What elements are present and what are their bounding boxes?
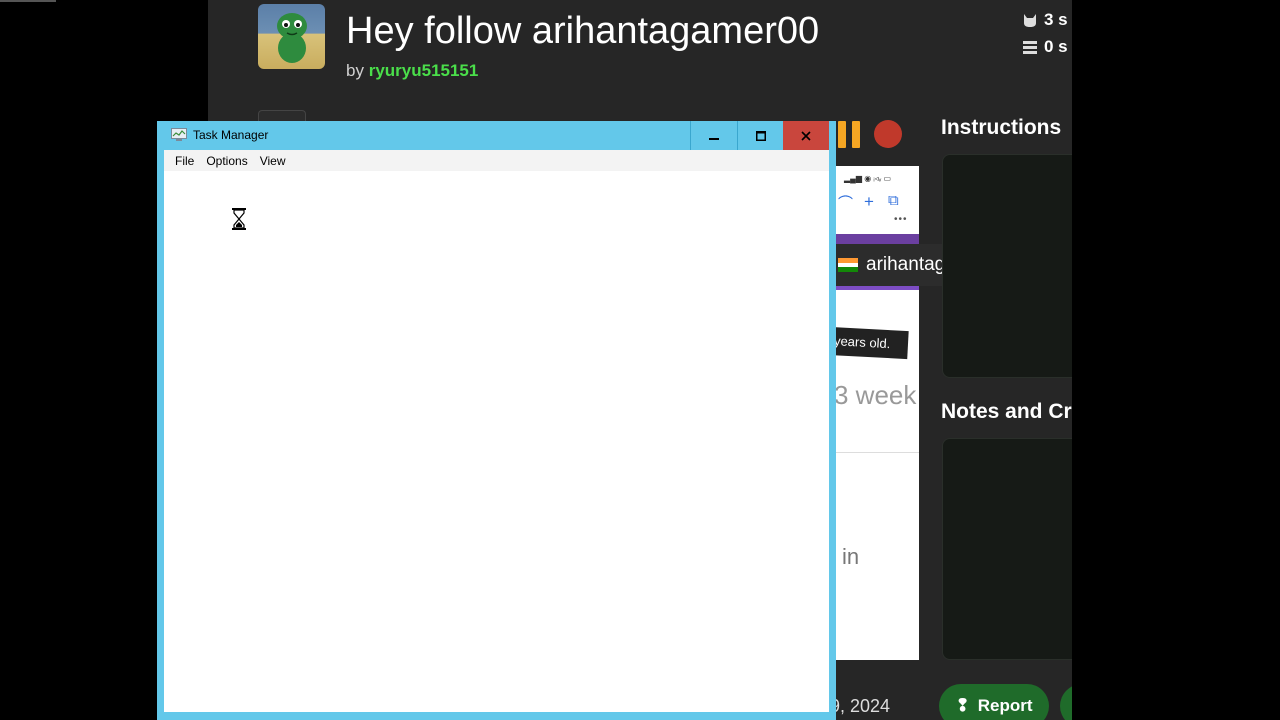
letterbox-right	[1072, 0, 1280, 720]
menu-view[interactable]: View	[256, 154, 290, 168]
task-manager-menubar: File Options View	[164, 150, 829, 171]
task-manager-title: Task Manager	[193, 128, 269, 142]
plus-icon: +	[864, 192, 874, 211]
by-prefix: by	[346, 61, 364, 80]
menu-options[interactable]: Options	[202, 154, 251, 168]
remixes-count: 0 s	[1044, 36, 1068, 56]
project-stats: 3 s 0 s	[1022, 6, 1068, 60]
loves-stat[interactable]: 3 s	[1022, 6, 1068, 33]
notes-title: Notes and Cr	[941, 400, 1072, 423]
share-icon: ⌒	[838, 195, 854, 212]
share-date: 9, 2024	[830, 696, 891, 716]
player-controls	[838, 120, 902, 148]
extra-button[interactable]	[1060, 684, 1072, 720]
stop-icon[interactable]	[874, 120, 902, 148]
instructions-panel	[942, 154, 1072, 378]
remixes-stat[interactable]: 0 s	[1022, 33, 1068, 60]
maximize-button[interactable]	[737, 121, 783, 150]
close-button[interactable]	[783, 121, 829, 150]
age-tag: years old.	[836, 326, 909, 360]
task-manager-window[interactable]: Task Manager File Options View	[157, 121, 836, 720]
menu-file[interactable]: File	[171, 154, 198, 168]
stage-divider	[836, 452, 919, 453]
love-icon	[1024, 13, 1036, 27]
remix-icon	[1023, 40, 1037, 54]
report-button[interactable]: ❢ Report	[939, 684, 1049, 720]
task-manager-client: File Options View	[164, 150, 829, 712]
report-label: Report	[977, 696, 1033, 715]
minimize-icon	[709, 137, 719, 140]
tabs-icon: ⧉	[888, 192, 899, 209]
author-link[interactable]: ryuryu515151	[369, 61, 479, 80]
week-text: 3 week	[836, 380, 917, 410]
minimize-button[interactable]	[690, 121, 737, 150]
pause-icon[interactable]	[838, 120, 860, 148]
report-icon: ❢	[955, 696, 970, 715]
more-icon: •••	[894, 214, 908, 225]
notes-panel	[942, 438, 1072, 660]
loves-count: 3 s	[1044, 9, 1068, 29]
corner-line	[0, 0, 56, 2]
author-avatar[interactable]	[258, 4, 325, 69]
india-flag-icon	[838, 258, 858, 273]
project-stage[interactable]: ▂▄▆ ◉ ᵢ◃ᵥ ▭ ⌒ + ⧉ ••• years old. 3 week …	[836, 166, 919, 660]
task-manager-titlebar[interactable]: Task Manager	[157, 121, 836, 150]
in-text: in	[842, 544, 860, 569]
hourglass-cursor-icon	[232, 208, 246, 230]
maximize-icon	[755, 130, 766, 141]
instructions-title: Instructions	[941, 116, 1062, 139]
project-title: Hey follow arihantagamer00	[346, 10, 820, 52]
status-bar-icons: ▂▄▆ ◉ ᵢ◃ᵥ ▭	[844, 174, 892, 183]
byline: by ryuryu515151	[346, 61, 478, 81]
close-icon	[801, 130, 811, 141]
task-manager-icon	[171, 128, 187, 141]
